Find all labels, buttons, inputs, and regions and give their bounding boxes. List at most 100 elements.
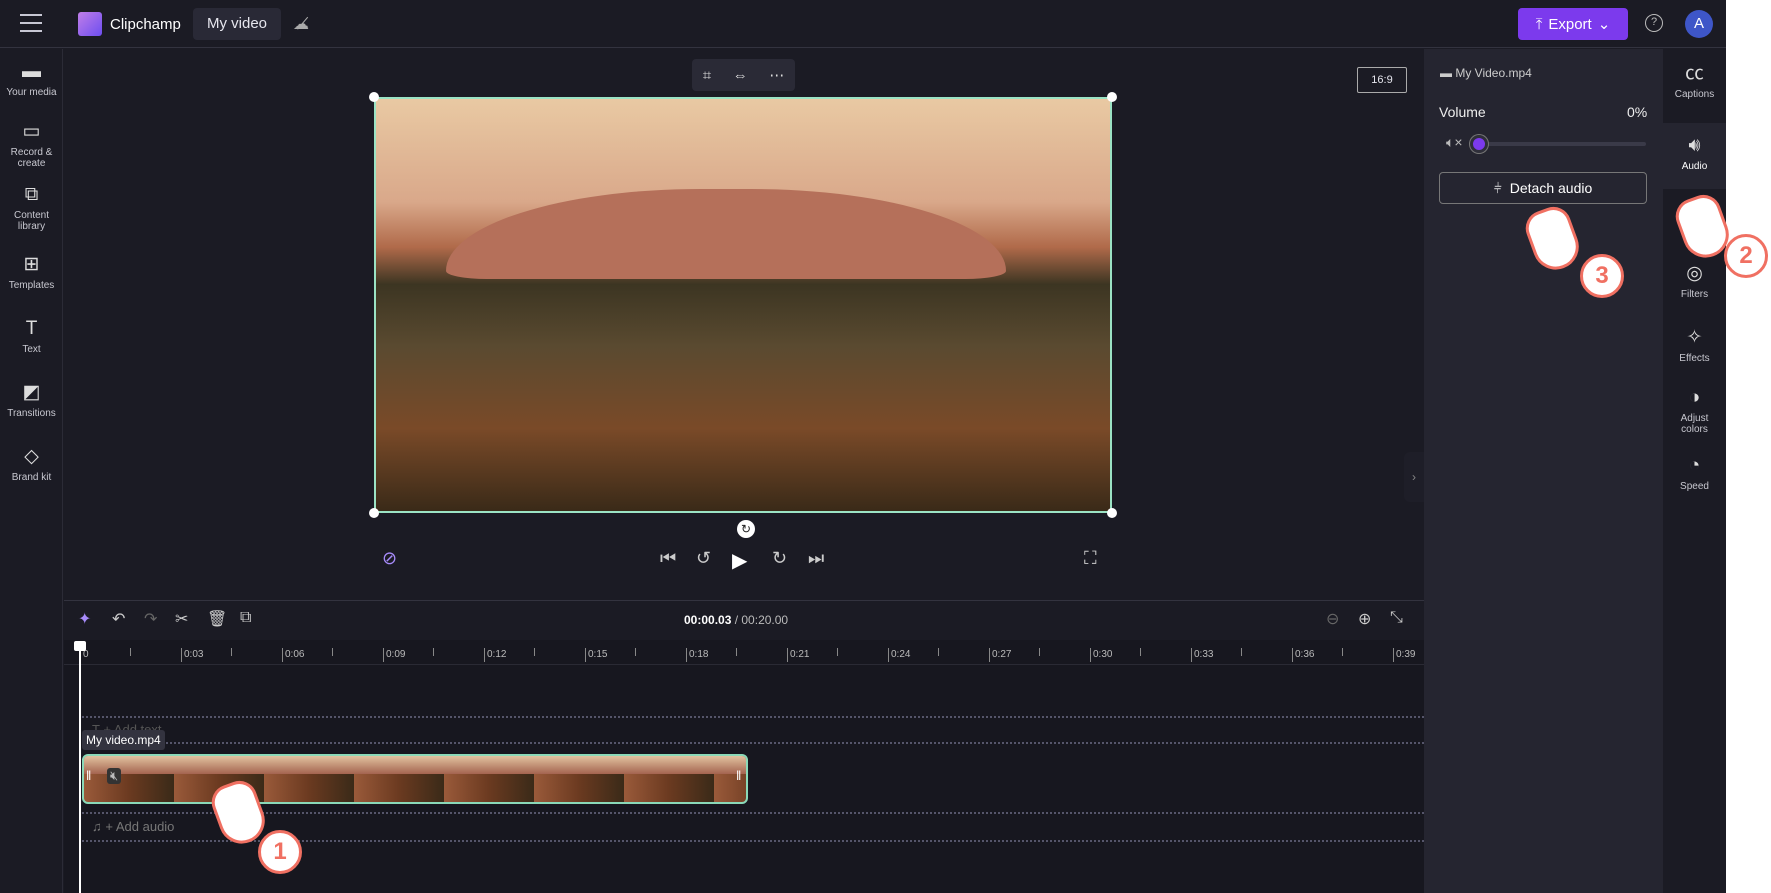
transitions-icon: ◩ — [22, 382, 41, 403]
video-preview[interactable] — [374, 97, 1112, 513]
rail-item-speed[interactable]: ◔ Speed — [1663, 455, 1726, 492]
clip-trim-handle-left[interactable]: ‖ — [86, 768, 91, 783]
zoom-out-icon[interactable]: ⊖ — [1326, 609, 1339, 629]
detach-audio-label: Detach audio — [1509, 180, 1593, 196]
sparkle-icon[interactable]: ✦ — [78, 609, 91, 629]
ruler-tick: 0:27 — [989, 648, 1011, 662]
avatar[interactable]: A — [1685, 10, 1713, 38]
volume-value: 0% — [1627, 104, 1648, 120]
play-icon[interactable]: ▶ — [732, 548, 747, 573]
skip-forward-icon[interactable]: ⏭ — [808, 548, 824, 569]
skip-back-icon[interactable]: ⏮ — [660, 548, 676, 569]
video-clip[interactable] — [82, 754, 748, 804]
rail-item-label: Speed — [1680, 481, 1709, 492]
rail-item-effects[interactable]: ✧ Effects — [1663, 327, 1726, 364]
timeline-ruler[interactable]: 0 0:03 0:06 0:09 0:12 0:15 0:18 0:21 0:24 0:27 0:3… — [64, 640, 1424, 665]
detach-audio-button[interactable]: ⫩ Detach audio — [1439, 172, 1647, 204]
sidebar-item-label: Record & create — [10, 147, 53, 169]
resize-handle[interactable] — [1107, 508, 1117, 518]
clip-trim-handle-right[interactable]: ‖ — [736, 768, 741, 783]
camera-icon: ▭ — [22, 121, 41, 142]
ruler-tick: 0:24 — [888, 648, 910, 662]
captions-icon: ㏄ — [1684, 63, 1704, 84]
sidebar-item-content-library[interactable]: ⧉ Content library — [0, 184, 63, 232]
ruler-tick: 0:21 — [787, 648, 809, 662]
resize-handle[interactable] — [1107, 92, 1117, 102]
aspect-ratio-button[interactable]: 16:9 — [1357, 67, 1407, 93]
sidebar-item-transitions[interactable]: ◩ Transitions — [0, 382, 63, 419]
rotate-icon[interactable]: ↻ — [737, 520, 755, 538]
sidebar-item-record-create[interactable]: ▭ Record & create — [0, 121, 63, 169]
fullscreen-icon[interactable]: ⛶ — [1084, 548, 1097, 569]
expand-right-panel-button[interactable]: ‹ — [1404, 452, 1424, 502]
rail-item-captions[interactable]: ㏄ Captions — [1663, 63, 1726, 121]
detach-icon: ⫩ — [1493, 179, 1502, 196]
zoom-in-icon[interactable]: ⊕ — [1358, 609, 1371, 629]
no-camera-icon[interactable]: ⊘ — [382, 548, 397, 569]
ruler-tick: 0:12 — [484, 648, 506, 662]
rail-item-audio[interactable]: 🔊︎ Audio — [1663, 123, 1726, 189]
ruler-minor-tick — [736, 648, 739, 656]
templates-icon: ⊞ — [23, 254, 40, 275]
brand-kit-icon: ◇ — [24, 446, 39, 467]
upload-icon: ⤒ — [1535, 15, 1543, 33]
ruler-tick: 0:15 — [585, 648, 607, 662]
project-name-field[interactable]: My video — [193, 8, 282, 40]
fit-timeline-icon[interactable]: ⤡ — [1390, 609, 1403, 627]
resize-handle[interactable] — [369, 92, 379, 102]
rail-item-adjust-colors[interactable]: ◑ Adjust colors — [1663, 387, 1726, 435]
track-divider — [82, 742, 1424, 744]
muted-icon[interactable]: 🔇︎ — [107, 768, 122, 784]
more-icon[interactable]: ⋯ — [769, 66, 784, 84]
text-icon: T — [25, 318, 38, 339]
ruler-tick: 0:36 — [1292, 648, 1314, 662]
sidebar-item-text[interactable]: T Text — [0, 318, 63, 355]
volume-slider[interactable] — [1470, 135, 1646, 153]
preview-toolbar: ⌗ ⇔ ⋯ — [692, 59, 795, 91]
delete-icon[interactable]: 🗑 — [207, 609, 227, 629]
library-icon: ⧉ — [24, 184, 39, 205]
file-name-text: My Video.mp4 — [1455, 66, 1532, 80]
add-media-icon[interactable]: ⧉ — [240, 609, 251, 627]
ruler-minor-tick — [1342, 648, 1345, 656]
sidebar-item-your-media[interactable]: ▬ Your media — [0, 61, 63, 98]
forward-5-icon[interactable]: ↻ — [772, 548, 787, 569]
ruler-minor-tick — [130, 648, 133, 656]
fit-icon[interactable]: ⇔ — [733, 67, 748, 84]
cloud-off-icon: ☁̸ — [293, 16, 309, 33]
ruler-minor-tick — [1241, 648, 1244, 656]
sidebar-item-label: Transitions — [7, 408, 56, 419]
playhead[interactable] — [74, 641, 86, 893]
split-icon[interactable]: ✂ — [175, 609, 188, 629]
rail-item-label: Audio — [1681, 161, 1708, 172]
volume-slider-knob[interactable] — [1470, 135, 1488, 153]
help-icon[interactable]: ? — [1645, 14, 1663, 32]
ruler-minor-tick — [635, 648, 638, 656]
menu-icon[interactable] — [20, 14, 42, 32]
track-divider — [82, 716, 1424, 718]
rail-item-label: Adjust colors — [1680, 413, 1709, 435]
crop-icon[interactable]: ⌗ — [703, 67, 711, 84]
rail-item-label: Captions — [1674, 89, 1715, 100]
sidebar-item-templates[interactable]: ⊞ Templates — [0, 254, 63, 291]
mute-icon[interactable]: 🔈︎× — [1446, 134, 1463, 151]
redo-icon[interactable]: ↷ — [144, 609, 157, 629]
filters-icon: ◎ — [1686, 263, 1703, 284]
chevron-down-icon: ⌄ — [1597, 16, 1611, 33]
undo-icon[interactable]: ↶ — [112, 609, 125, 629]
rewind-5-icon[interactable]: ↺ — [696, 548, 711, 569]
sidebar-item-brand-kit[interactable]: ◇ Brand kit — [0, 446, 63, 483]
file-name: ▬ My Video.mp4 — [1440, 66, 1532, 80]
left-sidebar: ▬ Your media ▭ Record & create ⧉ Content li… — [0, 49, 63, 893]
ruler-minor-tick — [433, 648, 436, 656]
ruler-minor-tick — [837, 648, 840, 656]
volume-label: Volume — [1439, 104, 1486, 120]
resize-handle[interactable] — [369, 508, 379, 518]
ruler-tick: 0:30 — [1090, 648, 1112, 662]
rail-item-filters[interactable]: ◎ Filters — [1663, 263, 1726, 300]
app-name: Clipchamp — [110, 16, 181, 33]
timecode: 00:00.03 / 00:20.00 — [684, 613, 788, 627]
add-audio-track[interactable]: ♫ + Add audio — [92, 819, 174, 834]
ruler-tick: 0:09 — [383, 648, 405, 662]
export-button[interactable]: ⤒ Export ⌄ — [1518, 8, 1628, 40]
